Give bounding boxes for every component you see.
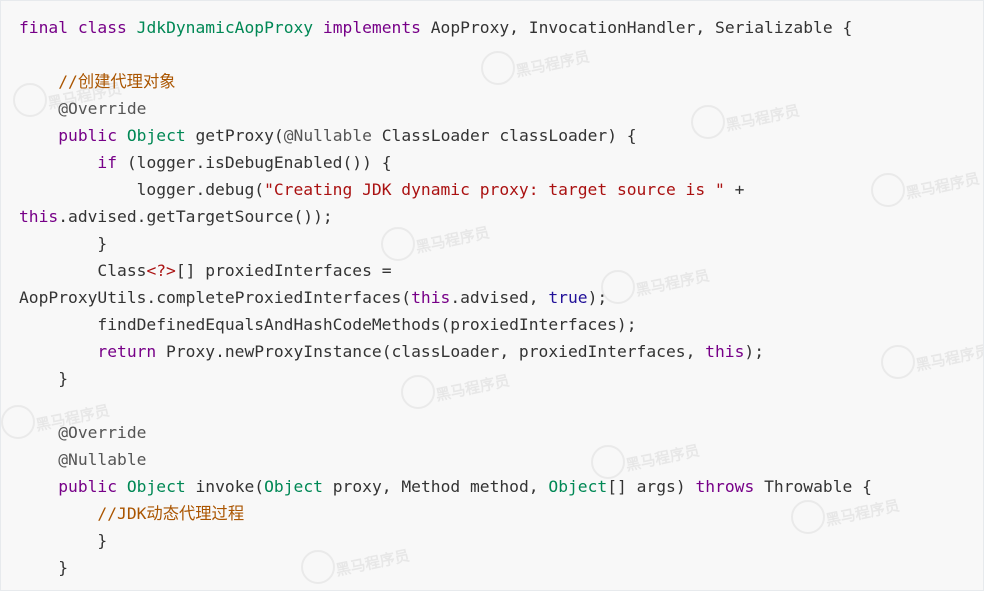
code-token: AopProxyUtils.completeProxiedInterfaces( [19,288,412,307]
code-token: @Override [58,423,147,442]
code-line: public Object getProxy(@Nullable ClassLo… [19,122,872,149]
code-token: Object [126,477,186,496]
code-line: //创建代理对象 [19,68,872,95]
code-token: public [58,477,118,496]
code-token: public [58,126,118,145]
code-token: @Override [58,99,147,118]
code-line: } [19,365,872,392]
code-token: final [19,18,69,37]
code-token: //JDK动态代理过程 [97,504,245,523]
code-block: 黑马程序员 黑马程序员 黑马程序员 黑马程序员 黑马程序员 黑马程序员 黑马程序… [0,0,984,591]
code-token: ); [587,288,608,307]
code-token: Object [548,477,608,496]
code-token: } [19,558,69,577]
code-token: Class [19,261,147,280]
code-token: } [19,369,69,388]
code-token: @Nullable [283,126,372,145]
code-token: ClassLoader classLoader) { [371,126,637,145]
code-token: } [19,234,108,253]
code-line: logger.debug("Creating JDK dynamic proxy… [19,176,872,203]
code-token: this [705,342,745,361]
code-line: public Object invoke(Object proxy, Metho… [19,473,872,500]
code-token: return [97,342,157,361]
code-token: .advised, [450,288,549,307]
code-line: } [19,527,872,554]
code-line: final class JdkDynamicAopProxy implement… [19,14,872,41]
code-token: ); [744,342,764,361]
code-line: //JDK动态代理过程 [19,500,872,527]
code-line: return Proxy.newProxyInstance(classLoade… [19,338,872,365]
code-token: throws [695,477,755,496]
code-text: final class JdkDynamicAopProxy implement… [19,14,872,581]
code-token: logger.debug( [19,180,265,199]
code-line: @Nullable [19,446,872,473]
code-token: .advised.getTargetSource()); [58,207,333,226]
code-token: (logger.isDebugEnabled()) { [117,153,392,172]
code-token: if [97,153,118,172]
watermark-logo: 黑马程序员 [881,341,983,381]
code-token: class [77,18,127,37]
code-token: "Creating JDK dynamic proxy: target sour… [264,180,725,199]
code-token: //创建代理对象 [58,72,176,91]
code-line: } [19,554,872,581]
code-token: findDefinedEqualsAndHashCodeMethods(prox… [19,315,637,334]
code-token: Object [126,126,186,145]
code-token: invoke( [185,477,265,496]
code-line: findDefinedEqualsAndHashCodeMethods(prox… [19,311,872,338]
code-token: @Nullable [58,450,147,469]
code-line: @Override [19,419,872,446]
code-token: [] args) [607,477,696,496]
code-token: JdkDynamicAopProxy [136,18,314,37]
code-token: Object [264,477,323,496]
code-token: Proxy.newProxyInstance(classLoader, prox… [156,342,706,361]
code-token: this [411,288,451,307]
code-line: if (logger.isDebugEnabled()) { [19,149,872,176]
code-token: true [548,288,588,307]
code-line: } [19,230,872,257]
code-token: } [19,531,108,550]
code-token: proxy, Method method, [322,477,549,496]
code-token: AopProxy, InvocationHandler, Serializabl… [420,18,853,37]
code-token: this [19,207,59,226]
code-token: + [724,180,745,199]
code-token: getProxy( [185,126,284,145]
code-line: @Override [19,95,872,122]
code-token: Throwable { [754,477,872,496]
code-token: <?> [146,261,176,280]
watermark-logo: 黑马程序员 [871,169,983,209]
code-line: this.advised.getTargetSource()); [19,203,872,230]
code-token: [] proxiedInterfaces = [175,261,392,280]
code-token: implements [322,18,421,37]
code-line: Class<?>[] proxiedInterfaces = [19,257,872,284]
code-line: AopProxyUtils.completeProxiedInterfaces(… [19,284,872,311]
